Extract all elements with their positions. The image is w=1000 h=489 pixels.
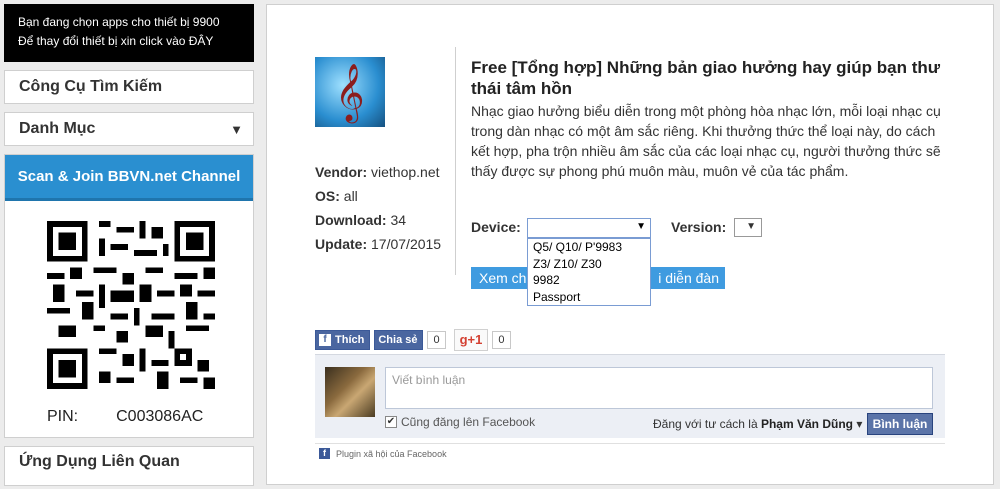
device-option[interactable]: Q5/ Q10/ P'9983 [528, 239, 650, 256]
download-label: Download: [315, 212, 387, 228]
version-select[interactable]: ▼ [734, 218, 762, 237]
app-description: Nhạc giao hưởng biểu diễn trong một phòn… [471, 103, 941, 179]
categories-label: Danh Mục [19, 120, 96, 137]
comment-input[interactable]: Viết bình luận [385, 367, 933, 409]
app-title: Free [Tổng hợp] Những bản giao hưởng hay… [471, 58, 941, 98]
like-label: Thích [335, 334, 365, 346]
device-label: Device: [471, 219, 521, 235]
search-tools-label: Công Cụ Tìm Kiếm [19, 78, 163, 95]
related-apps-menu[interactable]: Ứng Dụng Liên Quan [4, 446, 254, 486]
update-row: Update: 17/07/2015 [315, 232, 441, 256]
view-button-left: Xem ch [479, 270, 527, 286]
share-button[interactable]: Chia sẻ [374, 330, 424, 350]
post-as-prefix: Đăng với tư cách là [653, 417, 758, 431]
divider [455, 47, 456, 275]
device-notice[interactable]: Bạn đang chọn apps cho thiết bị 9900 Để … [4, 4, 254, 62]
also-post-label: Cũng đăng lên Facebook [401, 415, 536, 429]
version-label: Version: [671, 219, 727, 235]
vendor-label: Vendor: [315, 164, 368, 180]
post-as[interactable]: Đăng với tư cách là Phạm Văn Dũng ▾ [653, 417, 862, 431]
vendor-row: Vendor: viethop.net [315, 160, 441, 184]
sidebar: Bạn đang chọn apps cho thiết bị 9900 Để … [4, 4, 254, 486]
os-row: OS: all [315, 184, 441, 208]
divider [315, 443, 945, 444]
download-row: Download: 34 [315, 208, 441, 232]
search-tools-menu[interactable]: Công Cụ Tìm Kiếm [4, 70, 254, 104]
chevron-down-icon: ▼ [636, 221, 646, 232]
device-option[interactable]: Z3/ Z10/ Z30 [528, 256, 650, 273]
download-value: 34 [390, 212, 407, 228]
qr-heading: Scan & Join BBVN.net Channel [5, 155, 253, 201]
update-label: Update: [315, 236, 368, 252]
os-label: OS: [315, 188, 340, 204]
related-apps-label: Ứng Dụng Liên Quan [19, 453, 180, 470]
comment-box: Viết bình luận ✔ Cũng đăng lên Facebook … [315, 354, 945, 438]
clef-glyph: 𝄞 [335, 63, 365, 121]
music-clef-icon: 𝄞 [315, 57, 385, 127]
chevron-down-icon: ▼ [230, 122, 243, 137]
categories-menu[interactable]: Danh Mục ▼ [4, 112, 254, 146]
os-value: all [343, 188, 358, 204]
device-notice-line1: Bạn đang chọn apps cho thiết bị 9900 [18, 15, 220, 29]
also-post-row[interactable]: ✔ Cũng đăng lên Facebook [385, 415, 535, 429]
avatar [325, 367, 375, 417]
device-dropdown[interactable]: Q5/ Q10/ P'9983 Z3/ Z10/ Z30 9982 Passpo… [527, 238, 651, 306]
view-button-right: i diễn đàn [658, 270, 719, 286]
gplus-button[interactable]: g+1 [453, 329, 489, 351]
also-post-checkbox[interactable]: ✔ [385, 416, 397, 428]
social-bar: f Thích Chia sẻ 0 g+1 0 [315, 329, 511, 351]
plugin-label: Plugin xã hội của Facebook [336, 448, 447, 459]
pin-label: PIN: [47, 408, 79, 425]
device-option[interactable]: 9982 [528, 272, 650, 289]
post-comment-button[interactable]: Bình luận [867, 413, 933, 435]
share-count: 0 [427, 331, 446, 349]
device-notice-line2[interactable]: Để thay đổi thiết bị xin click vào ĐÂY [18, 32, 244, 51]
gplus-count: 0 [492, 331, 511, 349]
chevron-down-icon: ▼ [746, 221, 756, 232]
post-as-user[interactable]: Phạm Văn Dũng [761, 417, 853, 431]
device-option[interactable]: Passport [528, 289, 650, 306]
qr-code-icon [47, 221, 215, 389]
share-label: Chia sẻ [378, 334, 418, 346]
qr-panel: Scan & Join BBVN.net Channel PIN: C00308… [4, 154, 254, 438]
app-detail-panel: 𝄞 Vendor: viethop.net OS: all Download: … [266, 4, 994, 485]
facebook-icon: f [319, 448, 330, 459]
facebook-plugin[interactable]: f Plugin xã hội của Facebook [319, 448, 447, 459]
update-value: 17/07/2015 [371, 236, 442, 252]
pin-row: PIN: C003086AC [5, 408, 253, 426]
facebook-icon: f [319, 334, 331, 346]
app-meta: Vendor: viethop.net OS: all Download: 34… [315, 160, 441, 256]
pin-value: C003086AC [116, 408, 204, 425]
like-button[interactable]: f Thích [315, 330, 371, 350]
device-select[interactable]: ▼ [527, 218, 651, 238]
vendor-value: viethop.net [371, 164, 440, 180]
